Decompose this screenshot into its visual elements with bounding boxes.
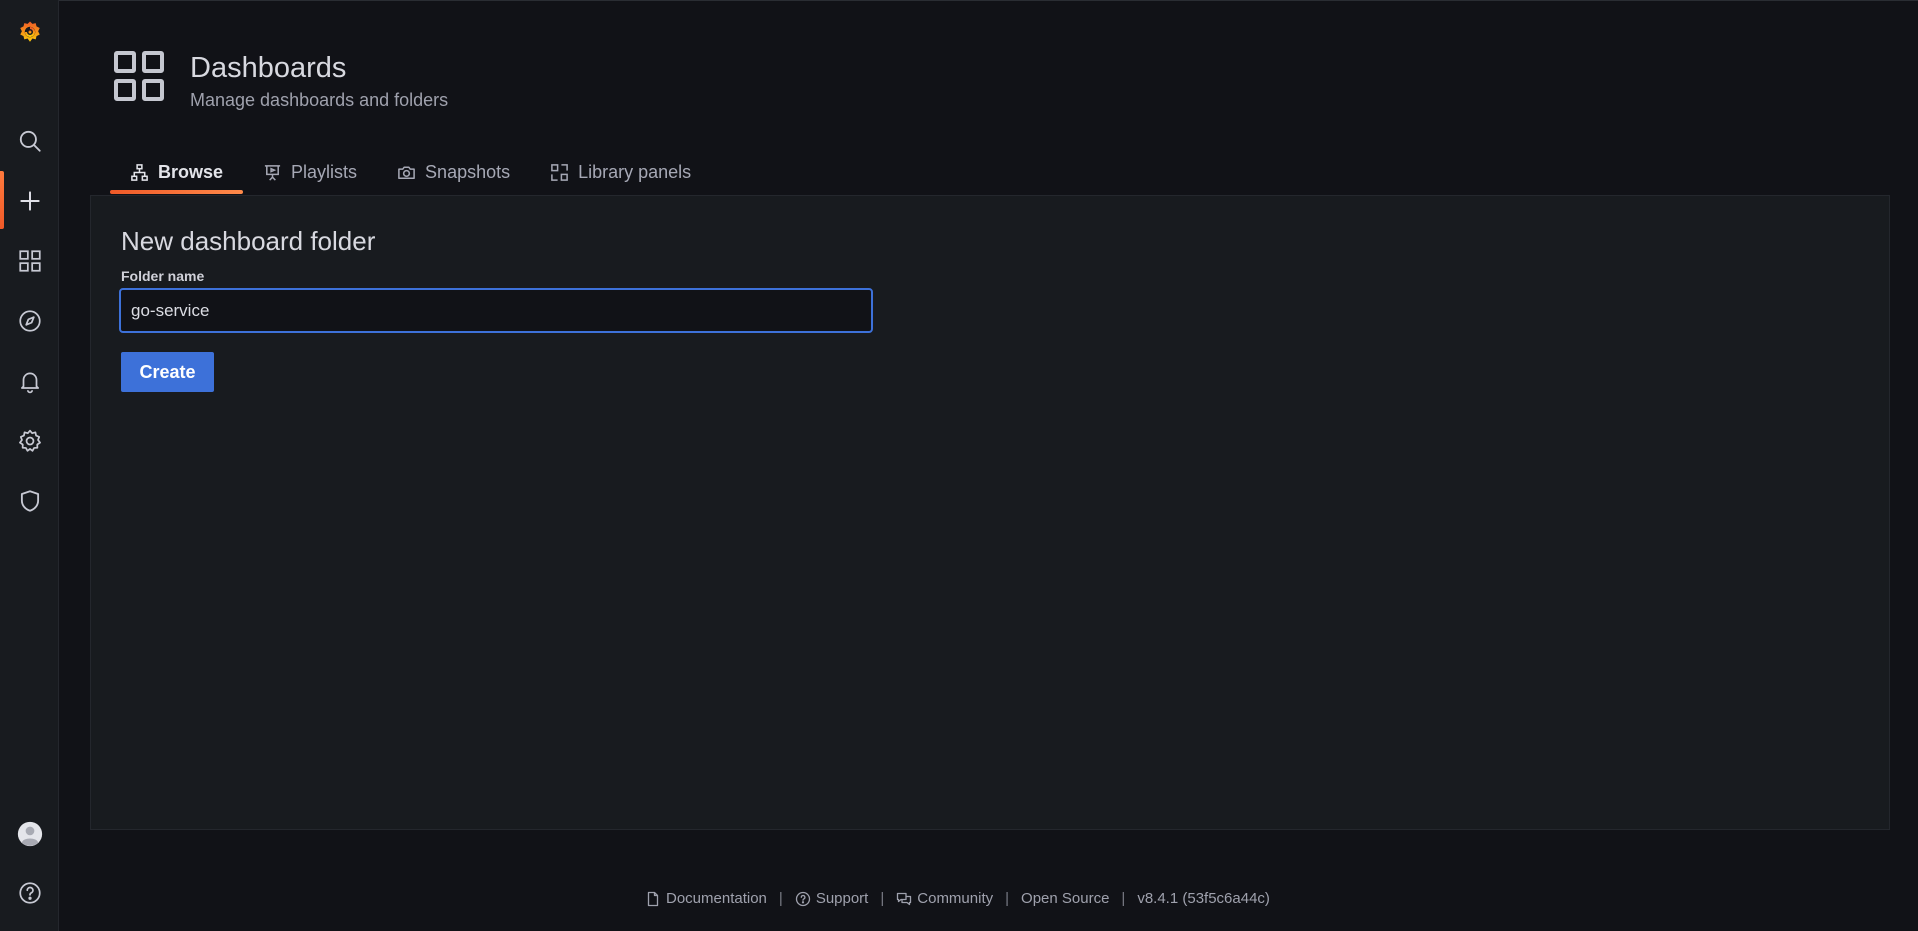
footer-separator: | (1005, 890, 1010, 907)
footer-separator: | (880, 890, 885, 907)
footer-community-link[interactable]: Community (896, 890, 993, 907)
footer-open-source-link[interactable]: Open Source (1021, 890, 1109, 907)
tab-label: Snapshots (425, 161, 511, 182)
page-subtitle: Manage dashboards and folders (190, 90, 449, 110)
footer-separator: | (1121, 890, 1126, 907)
shield-icon[interactable] (0, 477, 59, 525)
document-icon (647, 891, 659, 906)
footer-open-source-label: Open Source (1021, 890, 1110, 907)
page-title: Dashboards (190, 52, 347, 84)
form-title: New dashboard folder (121, 226, 376, 256)
footer-separator: | (778, 890, 783, 907)
footer-support-label: Support (815, 890, 869, 907)
bell-icon[interactable] (0, 357, 59, 405)
folder-name-input-wrapper (119, 288, 873, 333)
folder-name-input[interactable] (121, 290, 871, 331)
plus-icon[interactable] (0, 177, 59, 225)
camera-icon (398, 166, 415, 179)
sitemap-icon (131, 163, 148, 181)
tab-label: Library panels (578, 161, 692, 182)
tab-label: Playlists (291, 161, 358, 182)
gear-icon[interactable] (0, 417, 59, 465)
footer-support-link[interactable]: Support (795, 890, 869, 907)
new-folder-panel: New dashboard folder Folder name Create (90, 195, 1890, 830)
help-icon[interactable] (0, 869, 59, 917)
footer: Documentation | Support | Community | Op… (645, 890, 1270, 907)
top-border (59, 0, 1918, 1)
footer-version: v8.4.1 (53f5c6a44c) (1137, 890, 1270, 907)
comments-icon (897, 892, 912, 905)
avatar-icon[interactable] (0, 810, 59, 858)
create-button[interactable]: Create (121, 352, 214, 392)
tab-playlists[interactable]: Playlists (243, 150, 377, 194)
library-panels-icon (551, 163, 568, 181)
grafana-logo-icon[interactable] (0, 8, 59, 56)
dashboards-icon[interactable] (0, 237, 59, 285)
tab-label: Browse (158, 161, 224, 182)
footer-documentation-link[interactable]: Documentation (645, 890, 767, 907)
footer-documentation-label: Documentation (666, 890, 767, 907)
presentation-icon (264, 164, 281, 181)
sidebar (0, 0, 59, 931)
compass-icon[interactable] (0, 297, 59, 345)
help-icon (795, 891, 810, 906)
tab-snapshots[interactable]: Snapshots (377, 150, 530, 194)
footer-community-label: Community (917, 890, 994, 907)
search-icon[interactable] (0, 117, 59, 165)
tab-library-panels[interactable]: Library panels (530, 150, 711, 194)
tab-bar: Browse Playlists Snapshots Library panel… (110, 150, 711, 194)
tab-browse[interactable]: Browse (110, 150, 244, 194)
folder-name-label: Folder name (121, 268, 205, 284)
dashboards-icon (114, 51, 164, 101)
